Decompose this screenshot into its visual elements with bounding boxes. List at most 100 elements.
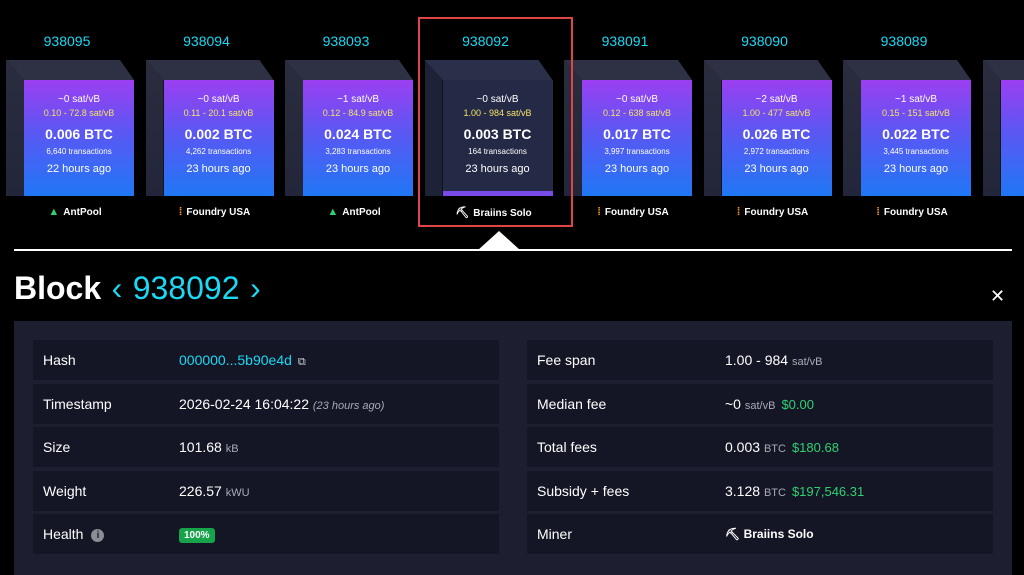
info-icon[interactable]: i xyxy=(91,528,105,542)
hash-label: Hash xyxy=(43,352,76,368)
cube-side xyxy=(982,60,1001,196)
block-938094[interactable]: 938094 ~0 sat/vB 0.11 - 20.1 sat/vB 0.002 B… xyxy=(140,0,274,230)
weight-row: Weight 226.57 kWU xyxy=(33,471,499,511)
block-cube[interactable]: ~0 sat/vB 0.12 - 638 sat/vB 0.017 BTC 3,997… xyxy=(564,60,692,196)
timestamp-value: 2026-02-24 16:04:22 xyxy=(179,396,309,412)
miner-link[interactable]: Braiins Solo xyxy=(744,527,814,541)
block-cube[interactable]: ~1 sat/vB 0.15 - 151 sat/vB 0.022 BTC 3,445… xyxy=(843,60,971,196)
block-height-link[interactable]: 938093 xyxy=(279,33,413,49)
fee-span: 0.15 - 151 sat/vB xyxy=(881,108,951,118)
block-height-link[interactable]: 938089 xyxy=(837,33,971,49)
pool-label[interactable]: ⛏ Braiins Solo xyxy=(435,206,553,219)
cube-face: ~2 sat/vB 1.00 - 477 sat/vB 0.026 BTC 2,972… xyxy=(721,80,832,196)
fee-span-value: 1.00 - 984 xyxy=(725,352,789,368)
cube-top xyxy=(145,60,274,80)
cube-top xyxy=(424,60,553,80)
subsidy-usd: $197,546.31 xyxy=(791,484,865,499)
median-fee: ~0 sat/vB xyxy=(58,94,100,105)
block-height-link[interactable]: 938090 xyxy=(698,33,832,49)
block-cube[interactable]: ~0 sat/vB 1.00 - 984 sat/vB 0.003 BTC 164 t… xyxy=(424,60,553,196)
median-fee-value: ~0 xyxy=(725,396,741,412)
cube-face: ~0 sat/vB 1.00 - 984 sat/vB 0.003 BTC 164 t… xyxy=(442,80,553,196)
median-fee: ~0 sat/vB xyxy=(197,94,240,105)
cube-top xyxy=(285,60,413,80)
tx-count: 3,445 transactions xyxy=(883,147,949,156)
block-age: 22 hours ago xyxy=(46,163,112,175)
cube-side xyxy=(6,60,24,196)
next-block-chevron-icon[interactable]: › xyxy=(244,270,267,306)
size-value: 101.68 xyxy=(179,439,222,455)
block-height-link[interactable]: 938091 xyxy=(558,33,692,49)
cube-face xyxy=(1000,80,1024,196)
tx-count: 2,972 transactions xyxy=(743,147,810,156)
block-cube[interactable]: ~0 sat/vB 0.10 - 72.8 sat/vB 0.006 BTC 6,64… xyxy=(6,60,134,196)
block-partial[interactable] xyxy=(977,0,1024,230)
block-938091[interactable]: 938091 ~0 sat/vB 0.12 - 638 sat/vB 0.017 BT… xyxy=(558,0,692,230)
cube-top xyxy=(564,60,692,80)
block-cube[interactable]: ~2 sat/vB 1.00 - 477 sat/vB 0.026 BTC 2,972… xyxy=(703,60,832,196)
pool-name: AntPool xyxy=(342,207,381,218)
block-cube[interactable]: ~1 sat/vB 0.12 - 84.9 sat/vB 0.024 BTC 3,28… xyxy=(285,60,413,196)
median-fee: ~2 sat/vB xyxy=(755,94,798,105)
cube-face: ~0 sat/vB 0.12 - 638 sat/vB 0.017 BTC 3,997… xyxy=(582,80,692,196)
cube-face: ~0 sat/vB 0.11 - 20.1 sat/vB 0.002 BTC 4,26… xyxy=(163,80,274,196)
pool-name: Braiins Solo xyxy=(473,208,532,219)
hash-link[interactable]: 000000...5b90e4d xyxy=(179,352,292,368)
block-height-link[interactable]: 938095 xyxy=(0,33,134,49)
total-fees-unit: BTC xyxy=(763,443,786,455)
block-age: 23 hours ago xyxy=(325,163,391,175)
pool-name: Foundry USA xyxy=(883,207,948,218)
cube-side xyxy=(703,60,722,196)
block-938093[interactable]: 938093 ~1 sat/vB 0.12 - 84.9 sat/vB 0.024 B… xyxy=(279,0,413,230)
block-938090[interactable]: 938090 ~2 sat/vB 1.00 - 477 sat/vB 0.026 BT… xyxy=(698,0,832,230)
block-height-link[interactable]: 938092 xyxy=(419,33,553,49)
pool-label[interactable]: ⁞ Foundry USA xyxy=(156,206,274,218)
pool-label[interactable]: ▲ AntPool xyxy=(16,206,134,218)
block-938095[interactable]: 938095 ~0 sat/vB 0.10 - 72.8 sat/vB 0.006 B… xyxy=(0,0,134,230)
health-label: Health xyxy=(43,526,84,542)
health-badge: 100% xyxy=(179,528,215,543)
fee-span: 1.00 - 477 sat/vB xyxy=(742,108,811,118)
cube-side xyxy=(564,60,582,196)
hash-row: Hash 000000...5b90e4d ⧉ xyxy=(33,340,499,380)
cube-side xyxy=(843,60,861,196)
pool-label[interactable]: ▲ AntPool xyxy=(295,206,413,218)
tx-count: 4,262 transactions xyxy=(185,147,252,156)
block-938089[interactable]: 938089 ~1 sat/vB 0.15 - 151 sat/vB 0.022 BT… xyxy=(837,0,971,230)
pool-label[interactable]: ⁞ Foundry USA xyxy=(714,206,832,218)
median-fee-row: Median fee ~0 sat/vB $0.00 xyxy=(527,384,993,424)
foundry-icon: ⁞ xyxy=(178,206,183,218)
pool-name: Foundry USA xyxy=(744,207,809,218)
prev-block-chevron-icon[interactable]: ‹ xyxy=(106,270,129,306)
block-title-label: Block xyxy=(14,270,102,306)
fee-span: 0.11 - 20.1 sat/vB xyxy=(183,108,254,118)
blockchain-strip: 938095 ~0 sat/vB 0.10 - 72.8 sat/vB 0.006 B… xyxy=(0,0,1024,250)
cube-top xyxy=(6,60,134,80)
antpool-icon: ▲ xyxy=(327,206,339,218)
timestamp-row: Timestamp 2026-02-24 16:04:22 (23 hours … xyxy=(33,384,499,424)
block-cube[interactable]: ~0 sat/vB 0.11 - 20.1 sat/vB 0.002 BTC 4,26… xyxy=(145,60,274,196)
block-938092[interactable]: 938092 ~0 sat/vB 1.00 - 984 sat/vB 0.003 BT… xyxy=(419,0,553,230)
fee-span-unit: sat/vB xyxy=(791,356,823,368)
block-height-link[interactable]: 938094 xyxy=(140,33,274,49)
weight-unit: kWU xyxy=(225,487,250,499)
tx-count: 164 transactions xyxy=(468,147,527,156)
weight-value: 226.57 xyxy=(179,483,222,499)
health-row: Health i 100% xyxy=(33,514,499,554)
foundry-icon: ⁞ xyxy=(736,206,741,218)
pool-label[interactable]: ⁞ Foundry USA xyxy=(853,206,971,218)
median-fee: ~1 sat/vB xyxy=(337,94,379,105)
fee-span: 0.12 - 84.9 sat/vB xyxy=(322,108,394,118)
copy-icon[interactable]: ⧉ xyxy=(298,356,306,369)
close-icon[interactable]: ✕ xyxy=(990,286,1005,307)
median-fee-usd: $0.00 xyxy=(781,397,814,412)
total-btc: 0.002 BTC xyxy=(184,126,253,142)
antpool-icon: ▲ xyxy=(48,206,60,218)
pool-name: Foundry USA xyxy=(186,207,251,218)
miner-row: Miner ⛏ Braiins Solo xyxy=(527,514,993,554)
median-fee: ~1 sat/vB xyxy=(895,94,937,105)
pool-name: Foundry USA xyxy=(604,207,669,218)
total-btc: 0.003 BTC xyxy=(463,126,532,142)
chain-divider xyxy=(14,249,1012,251)
pool-label[interactable]: ⁞ Foundry USA xyxy=(574,206,692,218)
